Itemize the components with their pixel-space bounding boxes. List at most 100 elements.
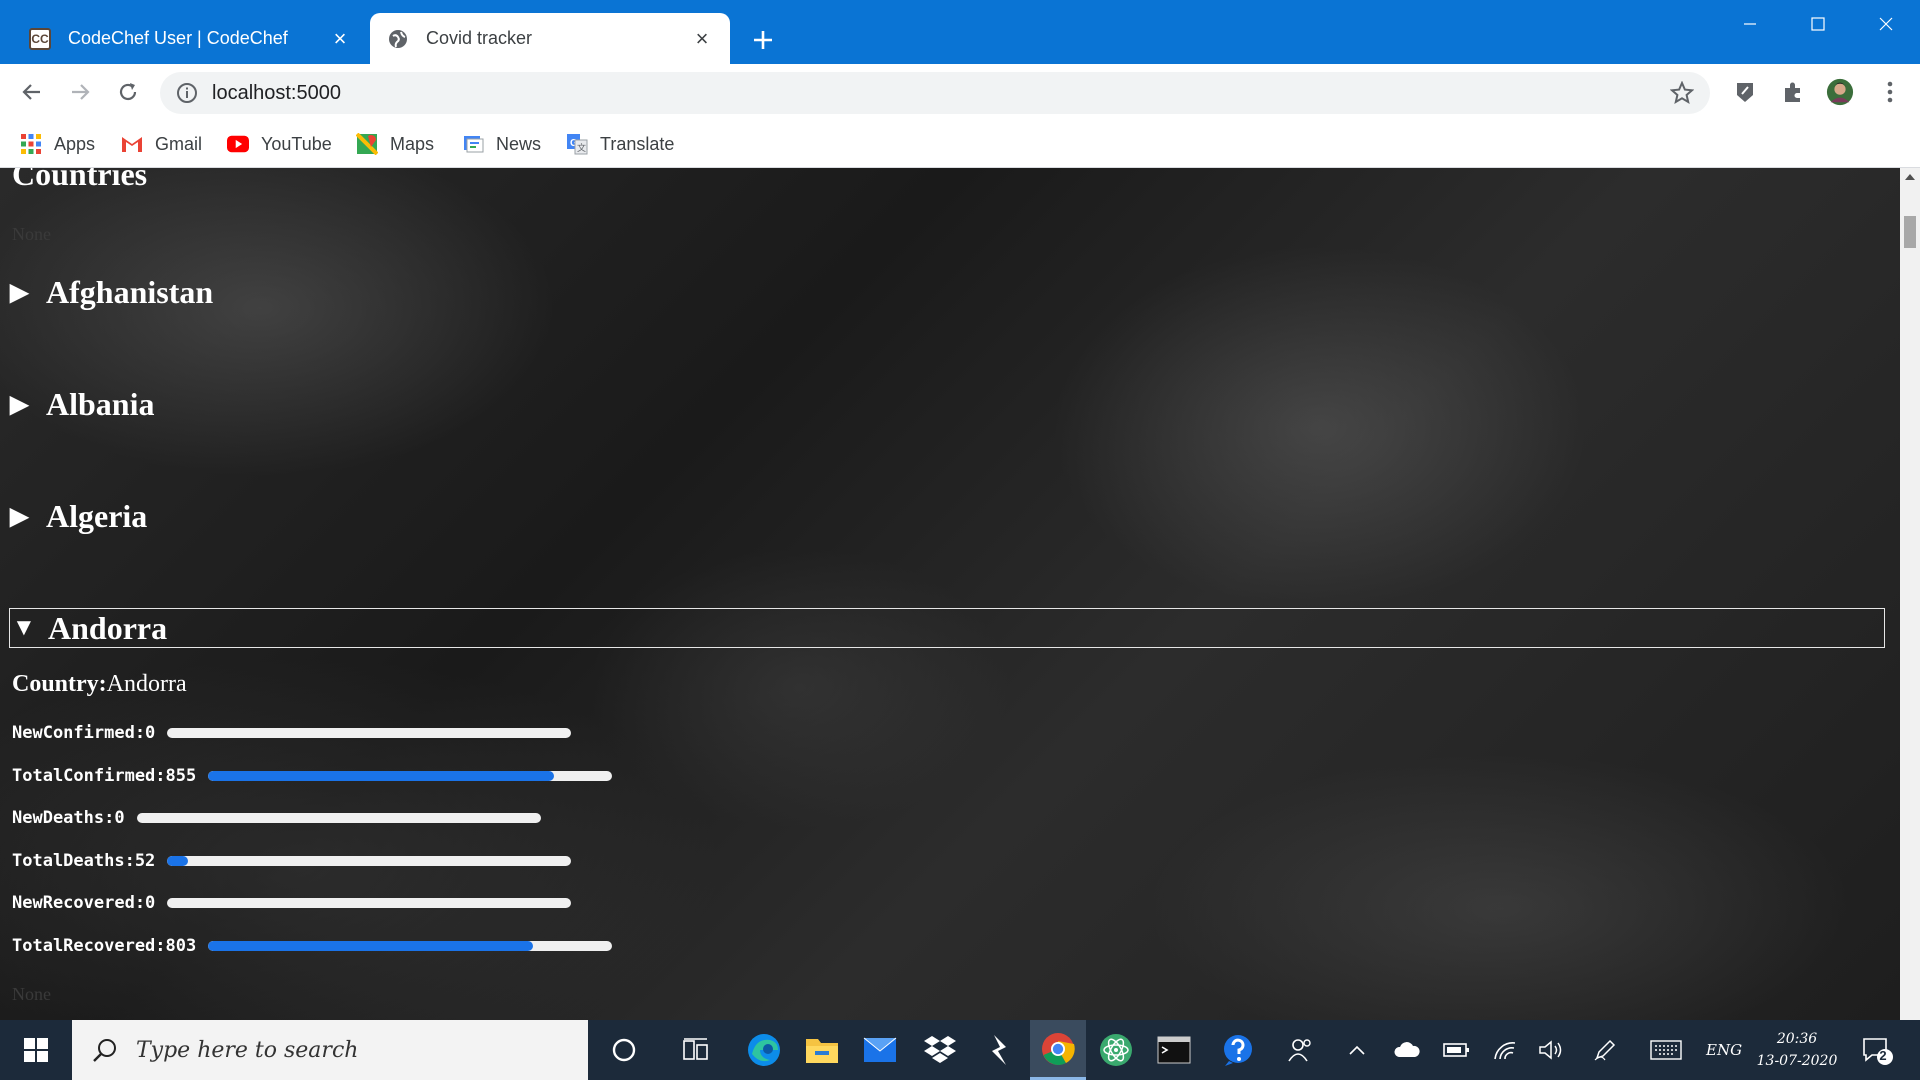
stat-label: NewConfirmed:0 <box>12 723 156 743</box>
help-icon <box>1224 1035 1252 1066</box>
bookmark-translate[interactable]: G文 Translate <box>566 120 674 168</box>
bookmark-maps[interactable]: Maps <box>356 120 434 168</box>
progress-fill <box>167 856 189 866</box>
taskbar-search-box[interactable]: Type here to search <box>72 1020 588 1080</box>
close-icon[interactable]: × <box>328 26 352 51</box>
input-language[interactable]: ENG <box>1706 1020 1742 1080</box>
progress-bar <box>136 813 541 823</box>
progress-bar <box>167 856 572 866</box>
country-summary-algeria[interactable]: ▶ Algeria <box>10 496 147 536</box>
country-name: Algeria <box>46 497 148 534</box>
close-window-button[interactable] <box>1852 0 1920 48</box>
new-tab-button[interactable] <box>745 22 781 58</box>
minimize-button[interactable] <box>1716 0 1784 48</box>
scrollbar-thumb[interactable] <box>1904 216 1916 248</box>
progress-bar <box>208 941 613 951</box>
people-button[interactable] <box>1282 1020 1318 1080</box>
address-bar[interactable]: localhost:5000 <box>160 72 1710 114</box>
progress-fill <box>208 941 533 951</box>
action-center-button[interactable]: 2 <box>1854 1020 1900 1080</box>
globe-icon <box>386 27 410 51</box>
taskbar-edge[interactable] <box>736 1020 792 1080</box>
codechef-icon: CC <box>28 27 52 51</box>
gmail-icon <box>121 133 143 155</box>
expand-triangle-icon: ▶ <box>10 391 29 418</box>
browser-titlebar: CC CodeChef User | CodeChef × Covid trac… <box>0 0 1920 64</box>
task-view-button[interactable] <box>668 1020 724 1080</box>
taskbar-mail[interactable] <box>852 1020 908 1080</box>
onedrive-button[interactable] <box>1390 1020 1424 1080</box>
bookmark-label: Maps <box>390 133 435 154</box>
maps-icon <box>356 133 378 155</box>
stat-label: TotalDeaths:52 <box>12 851 156 871</box>
tab-title: CodeChef User | CodeChef <box>68 28 288 48</box>
url-text: localhost:5000 <box>212 82 341 104</box>
minimize-icon <box>1744 23 1756 25</box>
edge-icon <box>748 1034 780 1066</box>
expand-triangle-icon: ▶ <box>10 503 29 530</box>
country-detail-line: Country:Andorra <box>12 671 187 698</box>
pen-icon <box>1594 1039 1616 1061</box>
avatar-icon <box>1826 78 1854 106</box>
profile-avatar[interactable] <box>1826 78 1854 106</box>
expand-triangle-icon: ▶ <box>10 279 29 306</box>
browser-toolbar: localhost:5000 <box>0 64 1920 120</box>
show-hidden-icons-button[interactable] <box>1342 1020 1372 1080</box>
taskbar-terminal[interactable] <box>1146 1020 1202 1080</box>
bookmarks-bar: Apps Gmail YouTube Maps News G文 Translat… <box>0 120 1920 168</box>
taskbar-chrome[interactable] <box>1030 1020 1086 1080</box>
country-summary-albania[interactable]: ▶ Albania <box>10 384 154 424</box>
tab-covid-tracker[interactable]: Covid tracker × <box>370 13 730 64</box>
stat-new-deaths: NewDeaths:0 <box>12 806 541 830</box>
taskbar-dropbox[interactable] <box>912 1020 968 1080</box>
reload-button[interactable] <box>108 72 148 112</box>
translate-icon: G文 <box>566 133 588 155</box>
forward-button[interactable] <box>60 72 100 112</box>
pen-workspace-button[interactable] <box>1588 1020 1622 1080</box>
apps-grid-icon <box>20 133 42 155</box>
taskbar-help[interactable] <box>1210 1020 1266 1080</box>
progress-bar <box>167 728 572 738</box>
cortana-button[interactable] <box>596 1020 652 1080</box>
bookmark-gmail[interactable]: Gmail <box>121 120 202 168</box>
country-name: Afghanistan <box>46 273 214 310</box>
search-icon <box>90 1035 120 1065</box>
page-heading: Countries <box>12 168 148 192</box>
volume-button[interactable] <box>1534 1020 1568 1080</box>
extension-shield-button[interactable] <box>1731 78 1759 106</box>
taskbar-atom[interactable] <box>1088 1020 1144 1080</box>
bookmark-apps[interactable]: Apps <box>20 120 95 168</box>
touch-keyboard-button[interactable] <box>1646 1020 1686 1080</box>
close-icon[interactable]: × <box>690 26 714 51</box>
bookmark-label: Apps <box>54 133 96 154</box>
taskbar-app-lightning[interactable] <box>972 1020 1028 1080</box>
bookmark-youtube[interactable]: YouTube <box>227 120 332 168</box>
folder-icon <box>806 1039 838 1063</box>
info-icon[interactable] <box>176 82 198 104</box>
extensions-button[interactable] <box>1779 78 1807 106</box>
start-button[interactable] <box>0 1020 72 1080</box>
bookmark-label: Translate <box>600 133 675 154</box>
page-scrollbar[interactable] <box>1900 168 1920 1020</box>
country-summary-afghanistan[interactable]: ▶ Afghanistan <box>10 272 213 312</box>
taskbar-file-explorer[interactable] <box>794 1020 850 1080</box>
network-button[interactable] <box>1488 1020 1522 1080</box>
scroll-up-arrow-icon[interactable] <box>1905 174 1915 180</box>
system-clock[interactable]: 20:36 13-07-2020 <box>1752 1028 1842 1072</box>
country-detail-label: Country: <box>12 671 107 697</box>
country-summary-andorra[interactable]: ▼ Andorra <box>9 608 1885 648</box>
cloud-icon <box>1394 1042 1420 1057</box>
back-button[interactable] <box>12 72 52 112</box>
bookmark-news[interactable]: News <box>462 120 541 168</box>
tab-title: Covid tracker <box>426 28 533 48</box>
battery-button[interactable] <box>1440 1020 1474 1080</box>
bookmark-star-icon[interactable] <box>1670 81 1694 105</box>
forward-arrow-icon <box>72 84 90 100</box>
browser-menu-button[interactable] <box>1876 78 1904 106</box>
tab-codechef[interactable]: CC CodeChef User | CodeChef × <box>12 13 368 64</box>
stat-label: TotalRecovered:803 <box>12 936 197 956</box>
maximize-button[interactable] <box>1784 0 1852 48</box>
keyboard-icon <box>1650 1040 1682 1060</box>
windows-logo-icon <box>24 1038 48 1062</box>
speaker-icon <box>1539 1040 1562 1060</box>
